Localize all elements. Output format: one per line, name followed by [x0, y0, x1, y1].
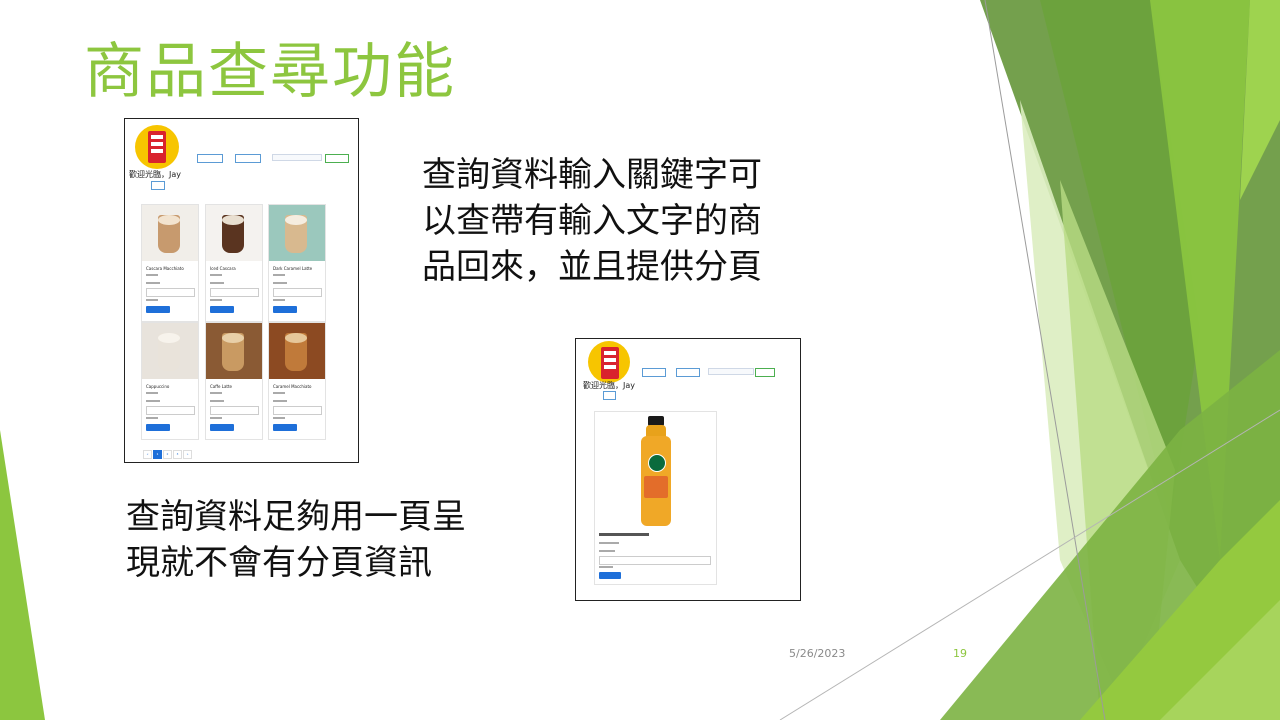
product-meta-line — [210, 417, 222, 419]
description-single-page: 查詢資料足夠用一頁呈 現就不會有分頁資訊 — [126, 497, 466, 583]
quantity-input[interactable] — [146, 406, 195, 415]
add-to-cart-button[interactable] — [146, 424, 170, 431]
pager-page-1[interactable]: 1 — [153, 450, 162, 459]
quantity-input[interactable] — [273, 406, 322, 415]
product-meta-line — [210, 282, 224, 284]
add-to-cart-button[interactable] — [146, 306, 170, 313]
product-meta-line — [146, 282, 160, 284]
product-meta-line — [210, 274, 222, 276]
nav-button-2[interactable] — [235, 154, 261, 163]
product-card — [594, 411, 717, 585]
quantity-input[interactable] — [273, 288, 322, 297]
product-meta-line — [146, 299, 158, 301]
product-card: Caramel Macchiato — [268, 322, 326, 440]
product-image — [206, 323, 262, 379]
screenshot-search-single-result: 歡迎光臨，Jay — [575, 338, 801, 601]
vending-machine-logo-icon — [588, 341, 630, 383]
product-meta-line — [146, 417, 158, 419]
search-input[interactable] — [708, 368, 754, 375]
pager-page-2[interactable]: 2 — [163, 450, 172, 459]
slide-number: 19 — [953, 647, 967, 660]
product-meta-line — [273, 299, 285, 301]
pager-page-3[interactable]: 3 — [173, 450, 182, 459]
welcome-text: 歡迎光臨，Jay — [583, 381, 635, 390]
product-name: Caffe Latte — [210, 384, 233, 389]
vending-machine-logo-icon — [135, 125, 179, 169]
product-card: Iced Cascara — [205, 204, 263, 322]
product-meta-line — [273, 274, 285, 276]
product-meta-line — [273, 400, 287, 402]
product-name: Cascara Macchiato — [146, 266, 184, 271]
add-to-cart-button[interactable] — [210, 306, 234, 313]
product-meta-line — [146, 274, 158, 276]
product-image — [206, 205, 262, 261]
product-card: Cascara Macchiato — [141, 204, 199, 322]
screenshot-search-results-paginated: 歡迎光臨，Jay Cascara Macchiato Iced Cascara Da… — [124, 118, 359, 463]
add-to-cart-button[interactable] — [273, 424, 297, 431]
nav-button-1[interactable] — [642, 368, 666, 377]
pager-prev[interactable]: « — [143, 450, 152, 459]
product-name: Dark Caramel Latte — [273, 266, 313, 271]
product-meta-line — [210, 400, 224, 402]
add-to-cart-button[interactable] — [599, 572, 621, 579]
add-to-cart-button[interactable] — [210, 424, 234, 431]
product-image — [142, 205, 198, 261]
product-image — [269, 323, 325, 379]
product-name: Caramel Macchiato — [273, 384, 312, 389]
nav-button-1[interactable] — [197, 154, 223, 163]
add-to-cart-button[interactable] — [273, 306, 297, 313]
product-card: Cappuccino — [141, 322, 199, 440]
quantity-input[interactable] — [146, 288, 195, 297]
product-image — [142, 323, 198, 379]
welcome-text: 歡迎光臨，Jay — [129, 170, 181, 179]
product-meta-line — [273, 282, 287, 284]
quantity-input[interactable] — [599, 556, 711, 565]
quantity-input[interactable] — [210, 406, 259, 415]
product-name: Iced Cascara — [210, 266, 236, 271]
product-meta-line — [273, 417, 285, 419]
search-input[interactable] — [272, 154, 322, 161]
product-meta-line — [146, 392, 158, 394]
slide-title: 商品查尋功能 — [84, 37, 456, 107]
product-meta-line — [273, 392, 285, 394]
product-meta-line — [146, 400, 160, 402]
product-meta-line — [210, 299, 222, 301]
description-paginated: 查詢資料輸入關鍵字可 以查帶有輸入文字的商 品回來，並且提供分頁 — [422, 155, 762, 287]
product-meta-line — [210, 392, 222, 394]
product-name: Cappuccino — [146, 384, 170, 389]
pagination[interactable]: «1 2 3» — [143, 450, 193, 459]
slide-date: 5/26/2023 — [789, 647, 846, 660]
product-card: Dark Caramel Latte — [268, 204, 326, 322]
search-button[interactable] — [755, 368, 775, 377]
nav-button-2[interactable] — [676, 368, 700, 377]
quantity-input[interactable] — [210, 288, 259, 297]
product-card: Caffe Latte — [205, 322, 263, 440]
logout-button[interactable] — [151, 181, 165, 190]
pager-next[interactable]: » — [183, 450, 192, 459]
search-button[interactable] — [325, 154, 349, 163]
product-image — [269, 205, 325, 261]
juice-bottle-image — [641, 416, 671, 526]
logout-button[interactable] — [603, 391, 616, 400]
